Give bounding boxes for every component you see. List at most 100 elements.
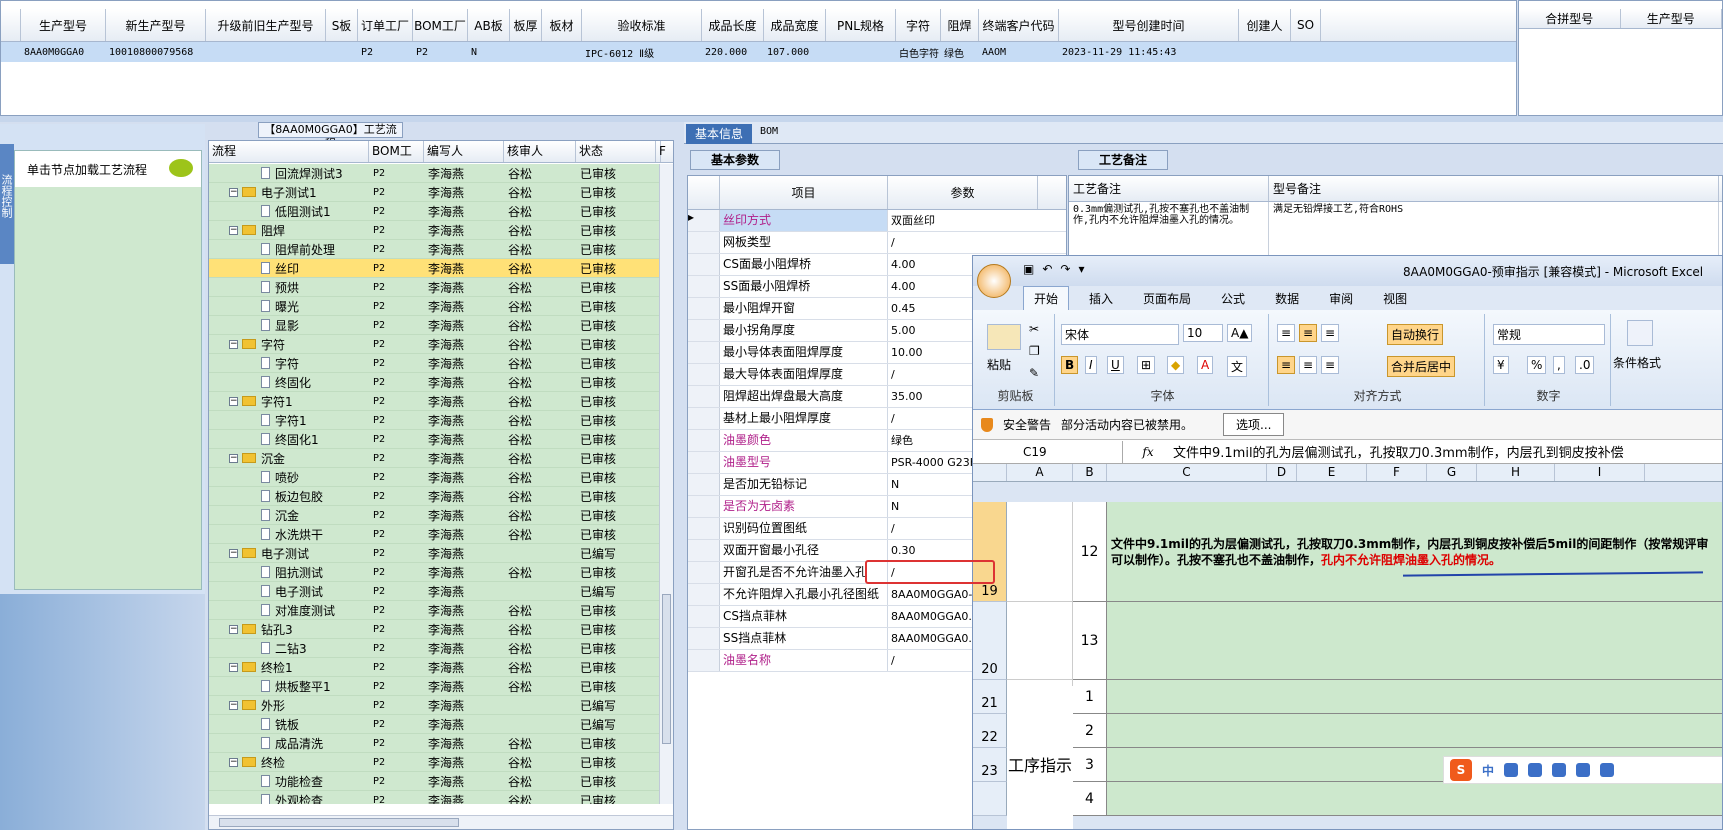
process-note-cell[interactable]: 0.3mm偏测试孔,孔按不塞孔也不盖油制作,孔内不允许阻焊油墨入孔的情况。 — [1069, 202, 1269, 262]
formula-input[interactable]: 文件中9.1mil的孔为层偏测试孔，孔按取刀0.3mm制作，内层孔到铜皮按补偿 — [1173, 442, 1624, 461]
sheet-row[interactable]: 4 — [973, 782, 1722, 816]
tree-row[interactable]: 板边包胶 P2 李海燕 谷松 已审核 — [209, 487, 661, 506]
office-button-icon[interactable] — [977, 264, 1011, 298]
tree-node[interactable]: 字符 — [209, 354, 369, 373]
column-header[interactable]: PNL规格 — [826, 9, 896, 41]
sheet-row[interactable]: 22 2 — [973, 714, 1722, 748]
column-header[interactable]: 成品长度 — [702, 9, 764, 41]
process-note-col[interactable]: 工艺备注 — [1069, 176, 1269, 201]
column-header[interactable]: 型号创建时间 — [1059, 9, 1239, 41]
cut-icon[interactable]: ✂ — [1029, 322, 1039, 336]
tree-row[interactable]: 阻抗测试 P2 李海燕 谷松 已审核 — [209, 563, 661, 582]
value-col-header[interactable]: 参数 — [888, 176, 1038, 209]
align-bottom-icon[interactable]: ≡ — [1321, 324, 1340, 342]
process-instruction-cell[interactable]: 工序指示 — [1007, 686, 1073, 829]
load-process-hint[interactable]: 单击节点加载工艺流程 — [15, 151, 201, 187]
row-indicator[interactable] — [1, 42, 21, 62]
customize-qat-icon[interactable]: ▾ — [1078, 262, 1084, 276]
cell[interactable]: 4 — [1073, 782, 1107, 816]
row-indicator[interactable] — [688, 364, 720, 385]
cell[interactable] — [1107, 602, 1722, 680]
row-indicator[interactable] — [688, 430, 720, 451]
collapse-toggle-icon[interactable]: − — [229, 453, 238, 463]
column-header[interactable]: D — [1267, 464, 1297, 481]
row-indicator[interactable] — [688, 562, 720, 583]
tree-node[interactable]: − 外形 — [209, 696, 369, 715]
grid-cell[interactable]: 107.000 — [764, 42, 826, 62]
model-note-cell[interactable]: 满足无铅焊接工艺,符合ROHS — [1269, 202, 1719, 262]
column-header[interactable]: AB板 — [468, 9, 510, 41]
column-header[interactable]: E — [1297, 464, 1367, 481]
percent-icon[interactable]: % — [1527, 356, 1547, 374]
grid-cell[interactable] — [1239, 42, 1291, 62]
column-header[interactable]: 升级前旧生产型号 — [206, 9, 326, 41]
prod-col-header[interactable]: 生产型号 — [1621, 9, 1722, 28]
column-header[interactable]: 终端客户代码 — [979, 9, 1059, 41]
merge-col-header[interactable]: 合拼型号 — [1519, 9, 1621, 28]
row-header[interactable]: 21 — [973, 680, 1007, 714]
tree-row[interactable]: 丝印 P2 李海燕 谷松 已审核 — [209, 259, 661, 278]
row-header[interactable]: 19 — [973, 502, 1007, 602]
tree-row[interactable]: − 沉金 P2 李海燕 谷松 已审核 — [209, 449, 661, 468]
number-format-select[interactable]: 常规 — [1493, 324, 1605, 345]
align-right-icon[interactable]: ≡ — [1321, 356, 1340, 374]
collapse-toggle-icon[interactable]: − — [229, 700, 238, 710]
tree-column-header[interactable]: F — [656, 141, 666, 162]
row-header[interactable]: 20 — [973, 602, 1007, 680]
ribbon-tab[interactable]: 视图 — [1373, 287, 1417, 310]
column-header[interactable]: 板材 — [542, 9, 582, 41]
vertical-scrollbar[interactable] — [659, 164, 673, 804]
tree-row[interactable]: 成品清洗 P2 李海燕 谷松 已审核 — [209, 734, 661, 753]
collapse-toggle-icon[interactable]: − — [229, 187, 238, 197]
tree-node[interactable]: 预烘 — [209, 278, 369, 297]
grid-cell[interactable]: 10010800079568 — [106, 42, 206, 62]
tab-basic-info[interactable]: 基本信息 — [686, 124, 752, 144]
tree-node[interactable]: 电子测试 — [209, 582, 369, 601]
tree-row[interactable]: − 电子测试 P2 李海燕 已编写 — [209, 544, 661, 563]
tree-row[interactable]: 二钻3 P2 李海燕 谷松 已审核 — [209, 639, 661, 658]
row-indicator[interactable] — [688, 232, 720, 253]
tree-row[interactable]: 字符1 P2 李海燕 谷松 已审核 — [209, 411, 661, 430]
row-indicator[interactable] — [688, 408, 720, 429]
tab-process-notes[interactable]: 工艺备注 — [1078, 150, 1168, 170]
grid-cell[interactable]: IPC-6012 Ⅱ级 — [582, 42, 702, 62]
param-row[interactable]: ▸ 丝印方式 双面丝印 — [688, 210, 1066, 232]
column-header[interactable]: 创建人 — [1239, 9, 1291, 41]
tree-node[interactable]: 板边包胶 — [209, 487, 369, 506]
tree-node[interactable]: 字符1 — [209, 411, 369, 430]
tree-node[interactable]: 丝印 — [209, 259, 369, 278]
tree-column-header[interactable]: 流程 — [209, 141, 369, 162]
column-header[interactable]: 订单工厂 — [358, 9, 413, 41]
row-header[interactable] — [973, 782, 1007, 816]
column-header[interactable]: BOM工厂 — [413, 9, 468, 41]
column-header[interactable]: I — [1555, 464, 1645, 481]
row-indicator[interactable] — [688, 298, 720, 319]
grid-cell[interactable] — [510, 42, 542, 62]
cell[interactable] — [1107, 782, 1722, 816]
column-header[interactable]: 成品宽度 — [764, 9, 826, 41]
tree-row[interactable]: 烘板整平1 P2 李海燕 谷松 已审核 — [209, 677, 661, 696]
left-side-tab[interactable]: 流程控制 — [0, 144, 14, 264]
tree-row[interactable]: − 字符 P2 李海燕 谷松 已审核 — [209, 335, 661, 354]
collapse-toggle-icon[interactable]: − — [229, 225, 238, 235]
select-all-corner[interactable] — [973, 464, 1007, 481]
conditional-format-label[interactable]: 条件格式 — [1613, 354, 1661, 371]
tree-node[interactable]: − 阻焊 — [209, 221, 369, 240]
cell[interactable]: 1 — [1073, 680, 1107, 714]
tree-row[interactable]: 回流焊测试3 P2 李海燕 谷松 已审核 — [209, 164, 661, 183]
tree-node[interactable]: 水洗烘干 — [209, 525, 369, 544]
cell[interactable]: 3 — [1073, 748, 1107, 782]
grid-cell[interactable] — [1291, 42, 1321, 62]
tree-row[interactable]: − 钻孔3 P2 李海燕 谷松 已审核 — [209, 620, 661, 639]
tab-basic-params[interactable]: 基本参数 — [690, 150, 780, 170]
tree-row[interactable]: 终固化 P2 李海燕 谷松 已审核 — [209, 373, 661, 392]
collapse-toggle-icon[interactable]: − — [229, 662, 238, 672]
grow-font-icon[interactable]: A▲ — [1227, 324, 1253, 342]
merge-center-button[interactable]: 合并后居中 — [1387, 356, 1456, 377]
row-indicator[interactable] — [688, 276, 720, 297]
item-col-header[interactable]: 项目 — [720, 176, 888, 209]
scroll-thumb[interactable] — [662, 594, 671, 744]
tree-node[interactable]: 阻焊前处理 — [209, 240, 369, 259]
row-indicator[interactable] — [688, 606, 720, 627]
align-middle-icon[interactable]: ≡ — [1299, 324, 1318, 342]
